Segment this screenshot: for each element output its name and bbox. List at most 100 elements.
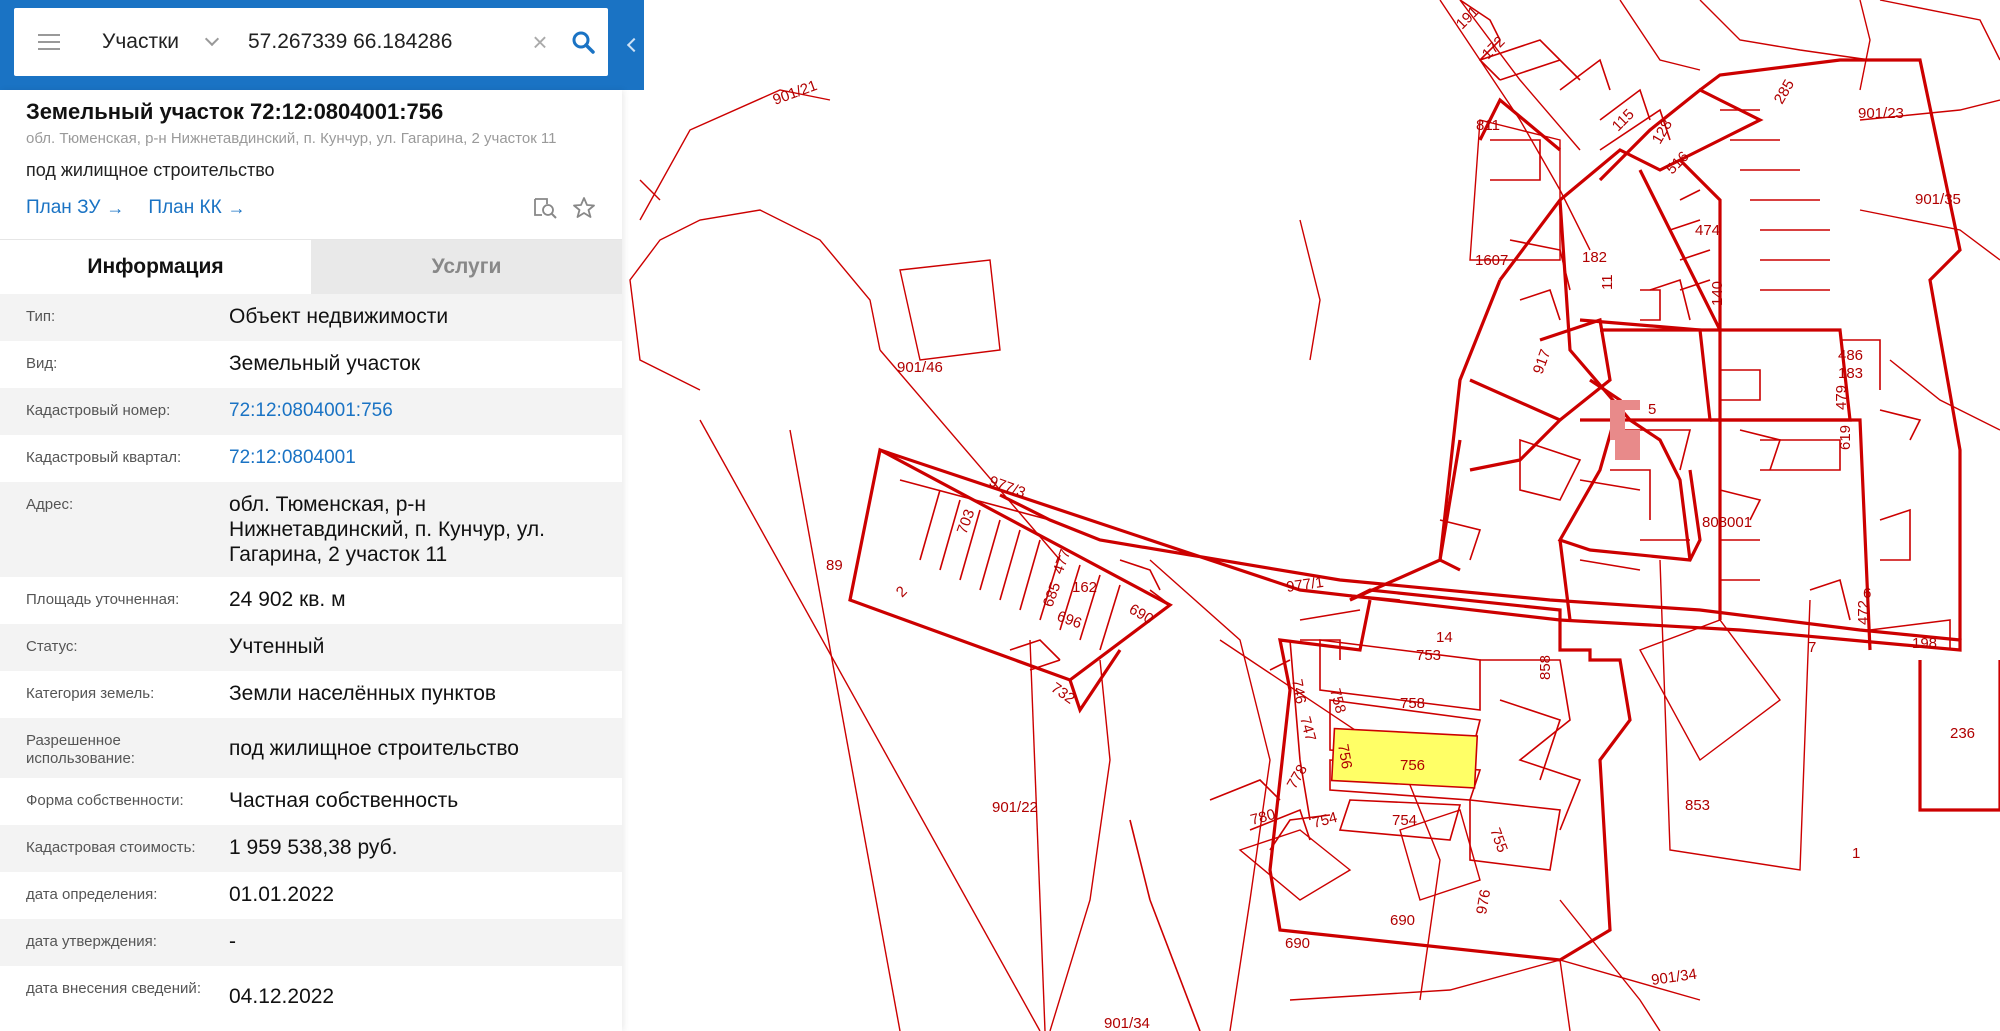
info-value: Учтенный [229, 635, 325, 658]
map-label: 6 [1863, 585, 1871, 602]
map-label: 7 [1808, 639, 1816, 656]
map-label: 690 [1126, 601, 1156, 628]
plan-kk-label: План КК [148, 197, 222, 218]
search-button[interactable] [558, 8, 608, 76]
info-label: Вид: [26, 355, 58, 372]
map-label: 11 [1599, 274, 1616, 290]
info-label: Статус: [26, 638, 78, 655]
star-icon[interactable] [572, 196, 596, 220]
search-icon [572, 31, 595, 54]
info-row-approval-date: дата утверждения: - [0, 919, 622, 966]
map-label: 162 [1072, 579, 1097, 596]
info-value: Объект недвижимости [229, 305, 449, 328]
map-label: 128 [1649, 117, 1676, 147]
clear-button[interactable]: × [522, 8, 558, 76]
map-label: 140 [1709, 281, 1726, 306]
arrow-right-icon: → [227, 197, 246, 218]
info-row-cadastral-quarter: Кадастровый квартал: 72:12:0804001 [0, 435, 622, 482]
map-label: 754 [1392, 812, 1417, 829]
plan-zu-label: План ЗУ [26, 197, 101, 218]
info-row-land-category: Категория земель: Земли населённых пункто… [0, 671, 622, 718]
map-label: 685 [1040, 580, 1065, 609]
search-type-label: Участки [102, 30, 179, 53]
info-value: - [229, 930, 236, 953]
info-value: Земельный участок [229, 352, 421, 375]
info-row-cadastral-number: Кадастровый номер: 72:12:0804001:756 [0, 388, 622, 435]
map-label: 811 [1476, 117, 1500, 134]
cadastral-quarter-link[interactable]: 72:12:0804001 [229, 445, 596, 470]
map-label: 754 [1311, 809, 1340, 832]
map-label: 753 [1416, 647, 1441, 664]
info-label: Категория земель: [26, 685, 155, 702]
map-label: 89 [826, 557, 843, 574]
info-row-permitted-use: Разрешенное использование: под жилищное с… [0, 718, 622, 778]
map-label: 1607 [1475, 252, 1508, 269]
map-label: 182 [1582, 249, 1607, 266]
map-label: 901/46 [897, 359, 943, 376]
search-input[interactable] [234, 8, 522, 76]
map-label: 778 [1284, 762, 1311, 792]
tab-information[interactable]: Информация [0, 240, 311, 294]
cadastral-number-link[interactable]: 72:12:0804001:756 [229, 398, 596, 423]
map-label: 808001 [1702, 514, 1752, 531]
map-label: 14 [1436, 629, 1453, 646]
panel-tabs: Информация Услуги [0, 239, 622, 294]
map-label: 780 [1249, 806, 1278, 829]
map-label: 5 [1648, 401, 1656, 418]
map-label: 285 [1771, 77, 1798, 107]
info-value: 01.01.2022 [229, 883, 335, 906]
tab-services[interactable]: Услуги [311, 240, 622, 294]
info-label: Площадь уточненная: [26, 591, 180, 608]
map-label: 747 [1296, 715, 1319, 744]
info-row-cadastral-value: Кадастровая стоимость: 1 959 538,38 руб. [0, 825, 622, 872]
map-label: 901/34 [1650, 966, 1698, 989]
map-label: 858 [1537, 655, 1554, 680]
info-value: 1 959 538,38 руб. [229, 836, 398, 859]
info-label: дата утверждения: [26, 933, 157, 950]
map-label: 690 [1285, 935, 1310, 952]
map-label: 758 [1400, 695, 1425, 712]
map-label: 619 [1837, 425, 1854, 450]
parcel-purpose: под жилищное строительство [26, 160, 275, 180]
map-label: 690 [1390, 912, 1415, 929]
info-label: Форма собственности: [26, 792, 184, 809]
map-label: 516 [1663, 148, 1693, 178]
map-label: 755 [1486, 826, 1511, 855]
info-label: дата внесения сведений: [26, 980, 201, 997]
map-label: 236 [1950, 725, 1975, 742]
map-label: 853 [1685, 797, 1710, 814]
parcel-address: обл. Тюменская, р-н Нижнетавдинский, п. … [26, 130, 557, 147]
info-label: дата определения: [26, 886, 158, 903]
map-label: 976 [1473, 888, 1494, 916]
info-label: Кадастровый номер: [26, 402, 171, 419]
info-label: Кадастровый квартал: [26, 449, 182, 466]
arrow-right-icon: → [106, 197, 125, 218]
info-row-ownership: Форма собственности: Частная собственност… [0, 778, 622, 825]
map-label: 1 [1852, 845, 1860, 862]
search-type-select[interactable]: Участки [84, 8, 234, 76]
chevron-down-icon [204, 31, 220, 47]
map-label: 183 [1838, 365, 1863, 382]
panel-header: Земельный участок 72:12:0804001:756 обл.… [0, 90, 622, 225]
info-value: под жилищное строительство [229, 737, 519, 760]
map-label: 901/21 [771, 77, 820, 109]
map-label: 901/23 [1858, 105, 1904, 122]
info-label: Кадастровая стоимость: [26, 839, 196, 856]
map-label: 191 [1453, 3, 1483, 33]
plan-kk-link[interactable]: План КК → [148, 197, 245, 219]
menu-button[interactable] [14, 8, 84, 76]
info-row-kind: Вид: Земельный участок [0, 341, 622, 388]
info-table: Тип: Объект недвижимости Вид: Земельный уч… [0, 294, 622, 1019]
map-label: 901/35 [1915, 191, 1961, 208]
info-row-status: Статус: Учтенный [0, 624, 622, 671]
map-label: 917 [1530, 347, 1555, 376]
map-label: 901/22 [992, 799, 1038, 816]
info-value: Земли населённых пунктов [229, 682, 497, 705]
map-label: 486 [1838, 347, 1863, 364]
zoom-to-object-icon[interactable] [532, 196, 558, 220]
map-label: 198 [1912, 635, 1937, 652]
collapse-panel-button[interactable] [624, 20, 644, 70]
info-label: Тип: [26, 308, 56, 325]
plan-zu-link[interactable]: План ЗУ → [26, 197, 124, 219]
map-label: 756 [1400, 757, 1425, 774]
